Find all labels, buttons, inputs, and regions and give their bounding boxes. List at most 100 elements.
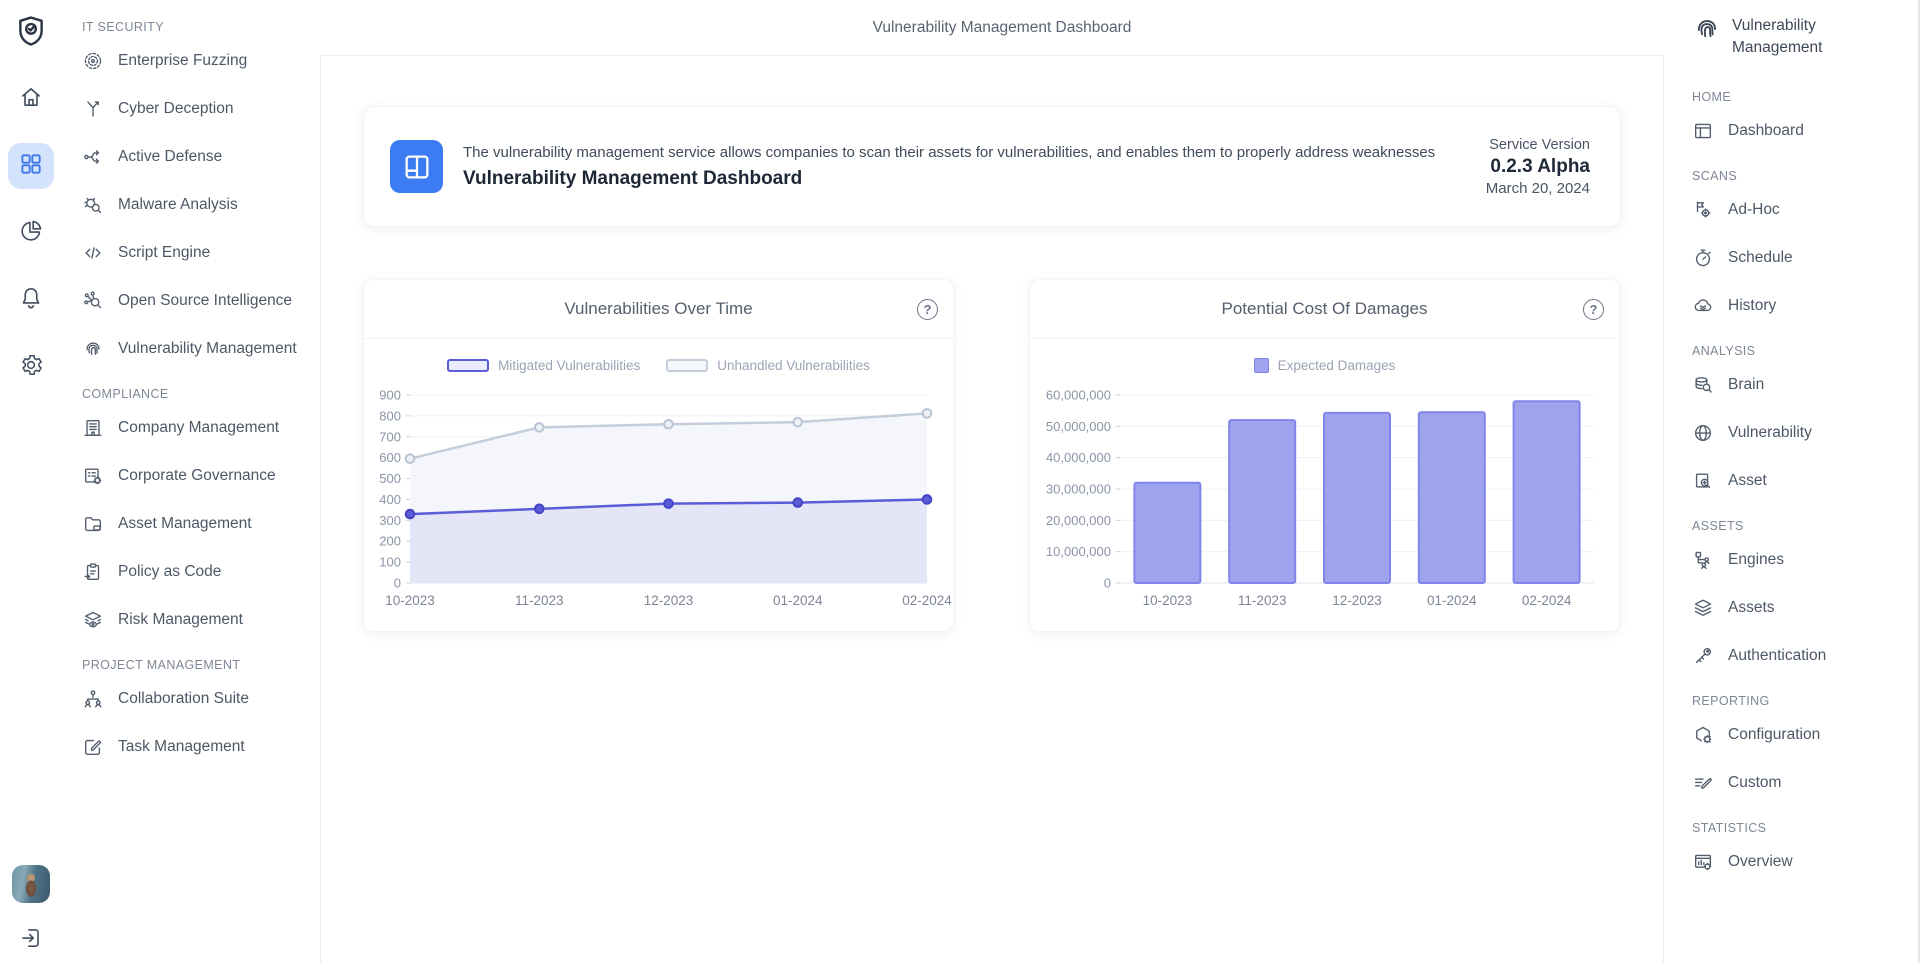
sidebar-item-active-defense[interactable]: Active Defense xyxy=(82,133,310,181)
svg-text:900: 900 xyxy=(379,388,401,403)
sidebar-item-collaboration-suite[interactable]: Collaboration Suite xyxy=(82,675,310,723)
nav-section-home: HOMEDashboard xyxy=(1692,90,1914,155)
grid-icon xyxy=(18,151,44,182)
target-icon xyxy=(82,50,104,72)
stopwatch-icon xyxy=(1692,247,1714,269)
help-icon[interactable]: ? xyxy=(917,299,938,320)
rail-apps-button[interactable] xyxy=(8,143,54,189)
item-label: Vulnerability Management xyxy=(118,340,297,358)
section-label: ANALYSIS xyxy=(1692,344,1914,358)
nav-item-configuration[interactable]: Configuration xyxy=(1692,711,1914,759)
sidebar-item-script-engine[interactable]: Script Engine xyxy=(82,229,310,277)
nav-item-brain[interactable]: Brain xyxy=(1692,361,1914,409)
service-header-card: The vulnerability management service all… xyxy=(363,106,1621,227)
sidebar-item-vulnerability-management[interactable]: Vulnerability Management xyxy=(82,325,310,373)
sidebar-item-task-management[interactable]: Task Management xyxy=(82,723,310,771)
org-icon xyxy=(82,688,104,710)
gear-icon xyxy=(18,352,44,383)
item-label: Collaboration Suite xyxy=(118,690,249,708)
rail-home-button[interactable] xyxy=(8,76,54,122)
shield-logo-icon[interactable] xyxy=(14,14,48,48)
sidebar-item-enterprise-fuzzing[interactable]: Enterprise Fuzzing xyxy=(82,37,310,85)
version-value: 0.2.3 Alpha xyxy=(1486,156,1590,178)
db-search-icon xyxy=(1692,374,1714,396)
sidebar-item-malware-analysis[interactable]: Malware Analysis xyxy=(82,181,310,229)
svg-text:200: 200 xyxy=(379,534,401,549)
sidebar-item-corporate-governance[interactable]: Corporate Governance xyxy=(82,452,310,500)
legend-swatch xyxy=(447,359,489,372)
rail-notifications-button[interactable] xyxy=(8,277,54,323)
left-sidebar-sections: IT SECURITYEnterprise FuzzingCyber Decep… xyxy=(82,20,310,771)
item-label: Script Engine xyxy=(118,244,210,262)
svg-text:0: 0 xyxy=(394,576,401,591)
user-avatar[interactable] xyxy=(12,865,50,903)
sidebar-item-open-source-intelligence[interactable]: Open Source Intelligence xyxy=(82,277,310,325)
nav-item-engines[interactable]: Engines xyxy=(1692,536,1914,584)
net-search-icon xyxy=(82,290,104,312)
item-label: Dashboard xyxy=(1728,122,1804,140)
window-icon xyxy=(1692,120,1714,142)
svg-text:500: 500 xyxy=(379,471,401,486)
item-label: Ad-Hoc xyxy=(1728,201,1780,219)
nav-item-custom[interactable]: Custom xyxy=(1692,759,1914,807)
nav-item-asset[interactable]: Asset xyxy=(1692,457,1914,505)
code-icon xyxy=(82,242,104,264)
svg-text:100: 100 xyxy=(379,555,401,570)
nav-item-overview[interactable]: Overview xyxy=(1692,838,1914,886)
nav-section-statistics: STATISTICS Overview xyxy=(1692,821,1914,886)
sidebar-item-asset-management[interactable]: Asset Management xyxy=(82,500,310,548)
nav-item-authentication[interactable]: Authentication xyxy=(1692,632,1914,680)
svg-text:01-2024: 01-2024 xyxy=(1427,593,1477,608)
nav-item-ad-hoc[interactable]: Ad-Hoc xyxy=(1692,186,1914,234)
service-brand-name: Vulnerability Management xyxy=(1732,14,1842,58)
svg-text:300: 300 xyxy=(379,513,401,528)
sidebar-item-company-management[interactable]: Company Management xyxy=(82,404,310,452)
doc-search-icon xyxy=(1692,470,1714,492)
cloud-history-icon xyxy=(1692,295,1714,317)
sidebar-item-cyber-deception[interactable]: Cyber Deception xyxy=(82,85,310,133)
svg-text:20,000,000: 20,000,000 xyxy=(1046,513,1111,528)
section-label: SCANS xyxy=(1692,169,1914,183)
item-label: Overview xyxy=(1728,853,1793,871)
nav-item-assets[interactable]: Assets xyxy=(1692,584,1914,632)
vulnerabilities-over-time-card: Vulnerabilities Over Time?Mitigated Vuln… xyxy=(363,279,954,632)
sidebar-item-risk-management[interactable]: Risk Management xyxy=(82,596,310,644)
rail-settings-button[interactable] xyxy=(8,344,54,390)
service-title: Vulnerability Management Dashboard xyxy=(463,168,1435,190)
item-label: Asset xyxy=(1728,472,1767,490)
service-description: The vulnerability management service all… xyxy=(463,144,1435,161)
pie-icon xyxy=(18,218,44,249)
section-label: ASSETS xyxy=(1692,519,1914,533)
legend-label: Mitigated Vulnerabilities xyxy=(498,358,640,373)
right-sidebar: Vulnerability Management HOMEDashboard SC… xyxy=(1684,0,1920,963)
sidebar-item-policy-as-code[interactable]: Policy as Code xyxy=(82,548,310,596)
nav-item-schedule[interactable]: Schedule xyxy=(1692,234,1914,282)
potential-cost-of-damages-chart: 010,000,00020,000,00030,000,00040,000,00… xyxy=(1030,375,1619,613)
svg-text:400: 400 xyxy=(379,492,401,507)
version-date: March 20, 2024 xyxy=(1486,180,1590,197)
list-gear-icon xyxy=(82,465,104,487)
rail-analytics-button[interactable] xyxy=(8,210,54,256)
item-label: Vulnerability xyxy=(1728,424,1812,442)
logout-icon[interactable] xyxy=(18,925,44,951)
legend-item-mitigated-vulnerabilities[interactable]: Mitigated Vulnerabilities xyxy=(447,358,640,373)
nav-section-reporting: REPORTINGConfigurationCustom xyxy=(1692,694,1914,807)
legend-label: Expected Damages xyxy=(1278,358,1396,373)
item-label: History xyxy=(1728,297,1776,315)
help-icon[interactable]: ? xyxy=(1583,299,1604,320)
nav-item-history[interactable]: History xyxy=(1692,282,1914,330)
legend-item-unhandled-vulnerabilities[interactable]: Unhandled Vulnerabilities xyxy=(666,358,870,373)
building-icon xyxy=(82,417,104,439)
svg-text:50,000,000: 50,000,000 xyxy=(1046,419,1111,434)
nav-section-scans: SCANS Ad-Hoc Schedule History xyxy=(1692,169,1914,330)
item-label: Brain xyxy=(1728,376,1764,394)
nav-item-vulnerability[interactable]: Vulnerability xyxy=(1692,409,1914,457)
vulnerabilities-over-time-chart: 010020030040050060070080090010-202311-20… xyxy=(364,375,953,613)
svg-text:700: 700 xyxy=(379,429,401,444)
section-label: COMPLIANCE xyxy=(82,387,310,401)
page-title: Vulnerability Management Dashboard xyxy=(873,19,1132,37)
service-brand: Vulnerability Management xyxy=(1692,14,1914,58)
nav-item-dashboard[interactable]: Dashboard xyxy=(1692,107,1914,155)
legend-item-expected-damages[interactable]: Expected Damages xyxy=(1254,358,1396,373)
section-label: STATISTICS xyxy=(1692,821,1914,835)
